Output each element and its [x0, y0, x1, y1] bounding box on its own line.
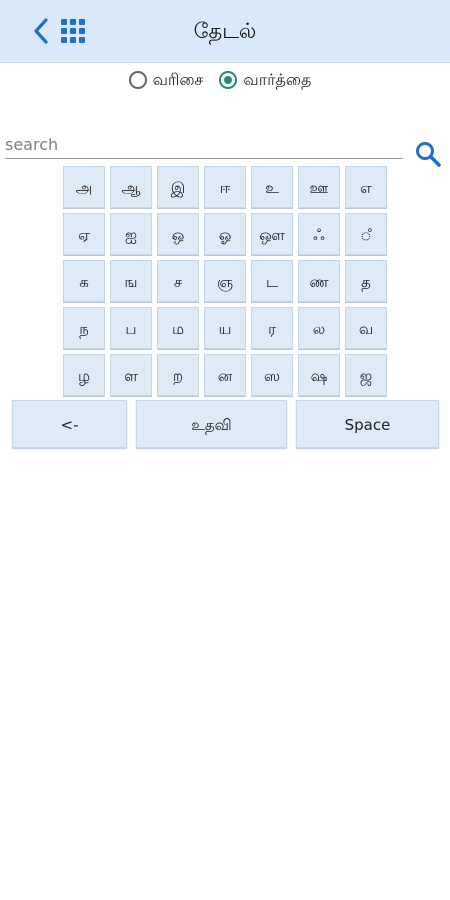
key[interactable]: ண: [298, 260, 340, 302]
key[interactable]: ப: [110, 307, 152, 349]
key[interactable]: ள: [110, 354, 152, 396]
key[interactable]: ச: [157, 260, 199, 302]
key[interactable]: அ: [63, 166, 105, 208]
key[interactable]: வ: [345, 307, 387, 349]
key[interactable]: ஒ: [157, 213, 199, 255]
key[interactable]: ஸ: [251, 354, 293, 396]
radio-word[interactable]: [219, 71, 238, 89]
chevron-left-icon: [34, 18, 48, 44]
key[interactable]: ங: [110, 260, 152, 302]
back-button[interactable]: [30, 16, 54, 46]
help-button[interactable]: உதவி: [136, 400, 287, 448]
backspace-button[interactable]: <-: [12, 400, 127, 448]
app-header: தேடல்: [0, 0, 450, 63]
key[interactable]: உ: [251, 166, 293, 208]
space-button[interactable]: Space: [296, 400, 439, 448]
radio-order[interactable]: [128, 71, 147, 89]
key[interactable]: ஷ: [298, 354, 340, 396]
key[interactable]: ஜ: [345, 354, 387, 396]
key[interactable]: ஞ: [204, 260, 246, 302]
key[interactable]: ன: [204, 354, 246, 396]
key[interactable]: ஆ: [110, 166, 152, 208]
key[interactable]: ஈ: [204, 166, 246, 208]
key[interactable]: ஔ: [251, 213, 293, 255]
search-mode-selector: வரிசை வார்த்தை: [0, 64, 450, 96]
key[interactable]: ற: [157, 354, 199, 396]
key[interactable]: ட: [251, 260, 293, 302]
key[interactable]: ஃ: [298, 213, 340, 255]
menu-grid-button[interactable]: [60, 18, 88, 44]
key[interactable]: இ: [157, 166, 199, 208]
key[interactable]: ய: [204, 307, 246, 349]
search-icon: [416, 142, 441, 167]
key[interactable]: ஊ: [298, 166, 340, 208]
search-input[interactable]: [5, 130, 403, 159]
radio-word-label[interactable]: வார்த்தை: [243, 70, 311, 91]
key[interactable]: த: [345, 260, 387, 302]
key[interactable]: க: [63, 260, 105, 302]
key[interactable]: எ: [345, 166, 387, 208]
radio-order-label[interactable]: வரிசை: [153, 70, 204, 91]
key[interactable]: ஏ: [63, 213, 105, 255]
key[interactable]: ழ: [63, 354, 105, 396]
key[interactable]: ந: [63, 307, 105, 349]
key[interactable]: ஐ: [110, 213, 152, 255]
search-button[interactable]: [414, 140, 442, 168]
key[interactable]: ஓ: [204, 213, 246, 255]
key[interactable]: ம: [157, 307, 199, 349]
key[interactable]: ல: [298, 307, 340, 349]
key[interactable]: ஂ: [345, 213, 387, 255]
key[interactable]: ர: [251, 307, 293, 349]
